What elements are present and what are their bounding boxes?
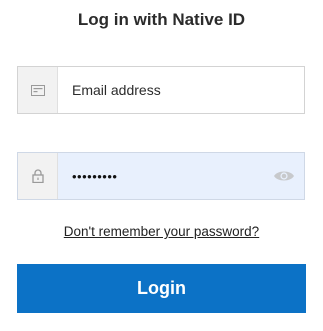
password-input[interactable]: ••••••••• xyxy=(58,169,264,184)
eye-icon[interactable] xyxy=(264,153,304,199)
lock-icon xyxy=(18,153,58,199)
id-card-icon xyxy=(18,67,58,113)
email-field[interactable]: Email address xyxy=(17,66,305,114)
password-field[interactable]: ••••••••• xyxy=(17,152,305,200)
forgot-password-link[interactable]: Don't remember your password? xyxy=(0,224,323,239)
login-button[interactable]: Login xyxy=(17,264,306,313)
email-input[interactable]: Email address xyxy=(58,82,304,98)
page-title: Log in with Native ID xyxy=(77,10,246,29)
